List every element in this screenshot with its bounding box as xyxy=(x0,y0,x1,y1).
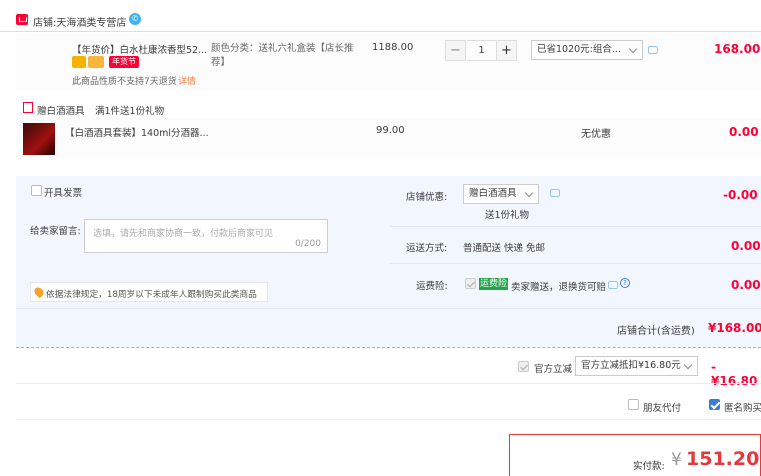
official-discount-select[interactable]: 官方立减抵扣¥16.80元 xyxy=(575,356,698,376)
official-discount-select-value: 官方立减抵扣¥16.80元 xyxy=(581,360,681,371)
quantity-input[interactable]: 1 xyxy=(467,40,496,61)
product-sku: 颜色分类：送礼六礼盒装【店长推荐】 xyxy=(211,43,354,68)
product-title[interactable]: 【年货价】白水杜康浓香型52... xyxy=(72,42,207,56)
legal-notice: 依据法律规定，18周岁以下未成年人跟制购买此类商品 xyxy=(30,282,268,302)
insurance-price: 0.00 xyxy=(731,278,761,292)
shipping-value: 普通配送 快递 免邮 xyxy=(463,243,546,254)
gift-discount: 无优惠 xyxy=(581,129,611,140)
shipping-price: 0.00 xyxy=(731,239,761,253)
chat-bubble-icon[interactable] xyxy=(550,189,560,197)
shop-total-label: 店铺合计(含运费) xyxy=(617,326,695,337)
message-label: 给卖家留言: xyxy=(30,226,81,237)
gift-title[interactable]: 【白酒酒具套装】140ml分酒器... xyxy=(65,125,209,139)
insurance-checkbox[interactable] xyxy=(465,278,476,289)
shop-discount-sub: 送1份礼物 xyxy=(485,210,530,221)
shop-discount-select-value: 赠白酒酒具 xyxy=(469,188,517,199)
message-textarea[interactable]: 选填，请先和商家协商一致，付款后商家可见 0/200 xyxy=(84,219,328,253)
payment-amount: 151.20 xyxy=(686,448,760,470)
gift-header-label: 赠白酒酒具 xyxy=(37,106,85,117)
message-placeholder: 选填，请先和商家协商一致，付款后商家可见 xyxy=(93,229,274,239)
gift-icon xyxy=(23,102,33,113)
shop-discount-select[interactable]: 赠白酒酒具 xyxy=(463,184,539,204)
shop-discount-label: 店铺优惠: xyxy=(406,192,448,203)
anonymous-label: 匿名购买 xyxy=(724,403,761,414)
gift-subtotal: 0.00 xyxy=(729,125,759,139)
insurance-label: 运费险: xyxy=(416,281,448,292)
invoice-checkbox[interactable] xyxy=(31,185,42,196)
divider xyxy=(390,226,761,227)
divider xyxy=(16,383,761,384)
shop-total-value: ¥168.00 xyxy=(708,321,761,335)
invoice-label: 开具发票 xyxy=(44,188,83,199)
product-subtotal: 168.00 xyxy=(714,42,761,56)
shop-name-text[interactable]: 天海酒类专营店 xyxy=(56,18,126,29)
official-discount-label: 官方立减 xyxy=(534,364,573,375)
shop-header: 店铺:天海酒类专营店 ✆ xyxy=(0,8,761,32)
card-icon xyxy=(88,56,104,68)
gift-thumbnail[interactable] xyxy=(23,123,55,155)
chat-bubble-icon[interactable] xyxy=(608,281,618,289)
friend-pay-label: 朋友代付 xyxy=(643,403,682,414)
detail-link[interactable]: 详情 xyxy=(178,74,196,87)
service-icon xyxy=(72,56,86,68)
insurance-desc: 卖家赠送，退换货可赔 xyxy=(511,282,607,293)
shop-discount-value: -0.00 xyxy=(723,188,758,202)
festival-badge: 年货节 xyxy=(109,56,139,68)
return-notice: 此商品性质不支持7天退货 xyxy=(72,77,177,87)
quantity-stepper: − 1 + xyxy=(445,40,518,61)
quantity-minus-button[interactable]: − xyxy=(445,40,466,61)
unit-price: 1188.00 xyxy=(372,42,414,53)
wangwang-chat-icon[interactable]: ✆ xyxy=(129,13,141,25)
quantity-plus-button[interactable]: + xyxy=(496,40,517,61)
discount-select[interactable]: 已省1020元:组合... xyxy=(531,40,643,60)
gift-unit-price: 99.00 xyxy=(376,125,405,136)
anonymous-checkbox[interactable] xyxy=(709,399,720,410)
payment-box: 实付款: ¥ 151.20 xyxy=(509,434,761,476)
shop-label: 店铺: xyxy=(33,18,57,29)
chat-bubble-icon[interactable] xyxy=(648,46,658,54)
payment-label: 实付款: xyxy=(633,461,665,472)
message-count: 0/200 xyxy=(295,239,321,249)
gift-header-rule: 满1件送1份礼物 xyxy=(95,106,165,117)
divider xyxy=(16,308,761,309)
help-icon[interactable]: ? xyxy=(620,278,630,288)
insurance-tag: 运费险 xyxy=(479,278,509,290)
shop-icon xyxy=(16,14,28,25)
payment-currency: ¥ xyxy=(671,450,682,470)
friend-pay-checkbox[interactable] xyxy=(628,399,639,410)
shop-name[interactable]: 店铺:天海酒类专营店 xyxy=(33,14,126,29)
legal-notice-text: 依据法律规定，18周岁以下未成年人跟制购买此类商品 xyxy=(46,290,257,300)
divider xyxy=(16,419,761,420)
official-discount-checkbox[interactable] xyxy=(518,361,529,372)
shipping-label: 运送方式: xyxy=(406,243,448,254)
location-pin-icon xyxy=(32,285,46,299)
discount-select-value: 已省1020元:组合... xyxy=(537,44,621,55)
divider xyxy=(390,263,761,264)
dashed-divider xyxy=(16,347,761,348)
